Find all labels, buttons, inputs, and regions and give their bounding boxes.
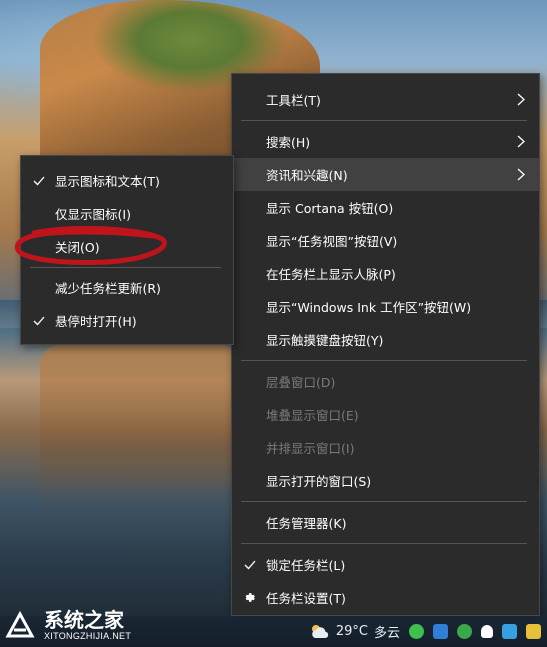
menu-item-side-by-side-windows: 并排显示窗口(I) <box>232 431 539 464</box>
watermark-name: 系统之家 <box>44 608 124 632</box>
menu-separator <box>241 360 527 361</box>
menu-item-stack-windows: 堆叠显示窗口(E) <box>232 398 539 431</box>
submenu-item-label: 减少任务栏更新(R) <box>55 281 161 296</box>
menu-item-lock-taskbar[interactable]: 锁定任务栏(L) <box>232 548 539 581</box>
menu-item-label: 层叠窗口(D) <box>266 375 336 390</box>
notification-icon[interactable] <box>481 625 493 638</box>
taskbar-context-menu: 工具栏(T) 搜索(H) 资讯和兴趣(N) 显示 Cortana 按钮(O) 显… <box>231 73 540 616</box>
submenu-item-reduce-updates[interactable]: 减少任务栏更新(R) <box>21 271 233 304</box>
wallpaper-reflection <box>40 345 240 515</box>
checkmark-icon <box>242 548 258 581</box>
chevron-right-icon <box>517 83 525 116</box>
security-icon[interactable] <box>457 624 472 639</box>
menu-item-label: 任务管理器(K) <box>266 516 347 531</box>
submenu-item-open-on-hover[interactable]: 悬停时打开(H) <box>21 304 233 337</box>
submenu-item-label: 仅显示图标(I) <box>55 207 131 222</box>
menu-item-label: 并排显示窗口(I) <box>266 441 355 456</box>
menu-item-show-windows-ink-button[interactable]: 显示“Windows Ink 工作区”按钮(W) <box>232 290 539 323</box>
menu-item-cascade-windows: 层叠窗口(D) <box>232 365 539 398</box>
chevron-right-icon <box>517 125 525 158</box>
watermark-logo <box>5 610 35 637</box>
checkmark-icon <box>31 304 47 337</box>
menu-separator <box>30 267 221 268</box>
chevron-right-icon <box>517 158 525 191</box>
site-watermark: 系统之家 XITONGZHIJIA.NET <box>0 604 175 647</box>
submenu-item-label: 关闭(O) <box>55 240 100 255</box>
menu-item-show-cortana-button[interactable]: 显示 Cortana 按钮(O) <box>232 191 539 224</box>
menu-item-label: 显示 Cortana 按钮(O) <box>266 201 394 216</box>
menu-item-label: 资讯和兴趣(N) <box>266 168 348 183</box>
news-and-interests-submenu: 显示图标和文本(T) 仅显示图标(I) 关闭(O) 减少任务栏更新(R) 悬停时… <box>20 155 234 345</box>
system-tray: 29°C 多云 <box>310 616 547 647</box>
menu-item-task-manager[interactable]: 任务管理器(K) <box>232 506 539 539</box>
menu-item-news-and-interests[interactable]: 资讯和兴趣(N) <box>232 158 539 191</box>
menu-item-label: 显示触摸键盘按钮(Y) <box>266 333 384 348</box>
menu-item-show-desktop[interactable]: 显示打开的窗口(S) <box>232 464 539 497</box>
menu-item-show-touch-keyboard-button[interactable]: 显示触摸键盘按钮(Y) <box>232 323 539 356</box>
menu-item-taskbar-settings[interactable]: 任务栏设置(T) <box>232 581 539 614</box>
checkmark-icon <box>31 164 47 197</box>
submenu-item-turn-off[interactable]: 关闭(O) <box>21 230 233 263</box>
cloud-sun-icon <box>311 625 328 638</box>
menu-item-show-task-view-button[interactable]: 显示“任务视图”按钮(V) <box>232 224 539 257</box>
submenu-item-label: 悬停时打开(H) <box>55 314 137 329</box>
menu-item-label: 显示“Windows Ink 工作区”按钮(W) <box>266 300 472 315</box>
menu-item-label: 堆叠显示窗口(E) <box>266 408 359 423</box>
menu-separator <box>241 543 527 544</box>
menu-separator <box>241 501 527 502</box>
submenu-item-show-icon-and-text[interactable]: 显示图标和文本(T) <box>21 164 233 197</box>
gear-icon <box>242 581 258 614</box>
menu-item-label: 显示打开的窗口(S) <box>266 474 372 489</box>
submenu-item-show-icon-only[interactable]: 仅显示图标(I) <box>21 197 233 230</box>
menu-item-label: 搜索(H) <box>266 135 311 150</box>
menu-item-search[interactable]: 搜索(H) <box>232 125 539 158</box>
network-icon[interactable] <box>502 624 517 639</box>
menu-separator <box>241 120 527 121</box>
weather-condition: 多云 <box>373 626 400 641</box>
bluetooth-icon[interactable] <box>433 624 448 639</box>
wechat-icon[interactable] <box>409 624 424 639</box>
weather-temperature: 29°C <box>335 624 368 639</box>
app-icon[interactable] <box>526 624 541 639</box>
weather-widget[interactable]: 29°C 多云 <box>310 622 400 641</box>
menu-item-label: 在任务栏上显示人脉(P) <box>266 267 396 282</box>
submenu-item-label: 显示图标和文本(T) <box>55 174 160 189</box>
watermark-url: XITONGZHIJIA.NET <box>44 631 132 641</box>
menu-item-show-people[interactable]: 在任务栏上显示人脉(P) <box>232 257 539 290</box>
menu-item-label: 任务栏设置(T) <box>266 591 346 606</box>
menu-item-label: 工具栏(T) <box>266 93 321 108</box>
menu-item-label: 显示“任务视图”按钮(V) <box>266 234 398 249</box>
menu-item-toolbars[interactable]: 工具栏(T) <box>232 83 539 116</box>
menu-item-label: 锁定任务栏(L) <box>266 558 346 573</box>
